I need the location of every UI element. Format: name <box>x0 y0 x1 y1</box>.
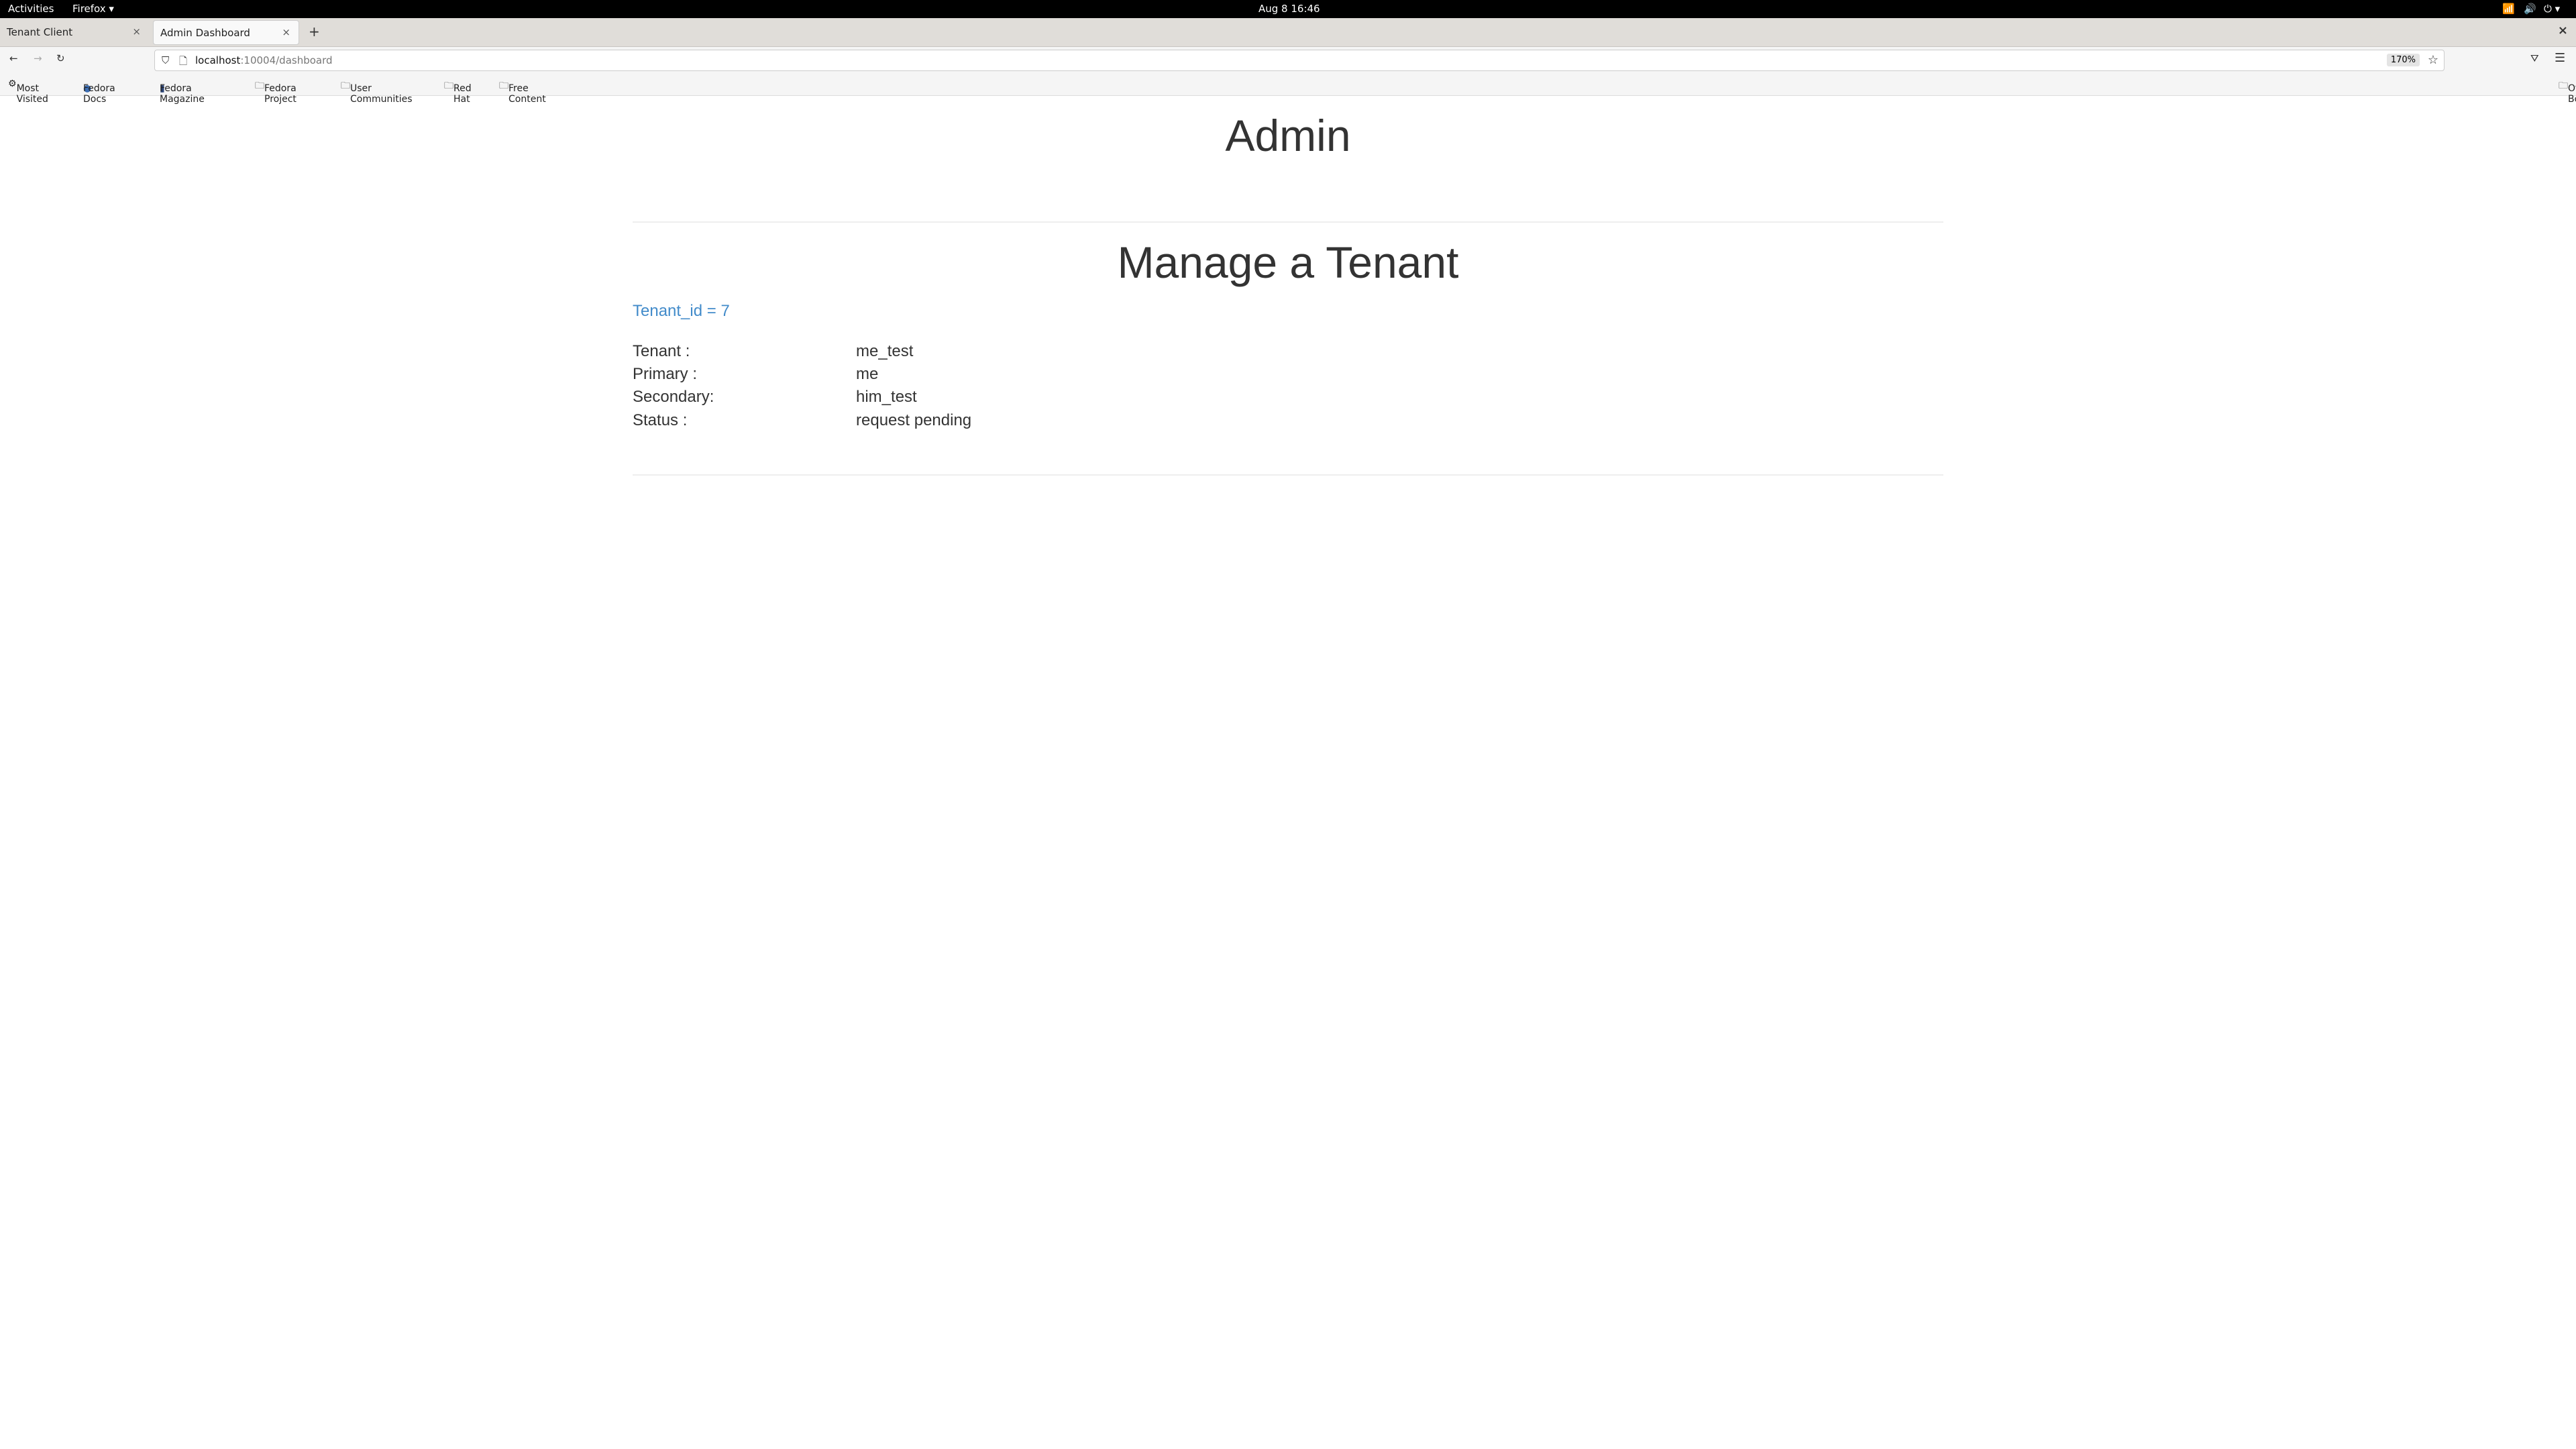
new-tab-icon[interactable]: + <box>309 23 320 40</box>
navigation-bar: ← → ↻ ⛉ 🗋 localhost:10004/dashboard 170%… <box>0 47 2576 74</box>
tab-tenant-client[interactable]: Tenant Client × <box>0 20 149 45</box>
zoom-level[interactable]: 170% <box>2386 54 2420 66</box>
tab-label: Tenant Client <box>7 26 73 38</box>
tenant-label: Tenant : <box>633 342 690 360</box>
bookmark-folder-fedora-project[interactable]: 🗀 Fedora Project <box>255 78 297 105</box>
tab-label: Admin Dashboard <box>160 27 250 39</box>
activities-button[interactable]: Activities <box>8 3 54 15</box>
url-bar[interactable]: ⛉ 🗋 localhost:10004/dashboard 170% ☆ <box>154 50 2445 71</box>
section-title: Manage a Tenant <box>1117 237 1459 287</box>
other-bookmarks-folder[interactable]: 🗀 Other Bookmarks <box>2559 78 2576 105</box>
primary-label: Primary : <box>633 365 697 383</box>
tab-bar: Tenant Client × Admin Dashboard × + × <box>0 18 2576 47</box>
shield-icon[interactable]: ⛉ <box>162 54 169 66</box>
bookmark-label: Most Visited <box>16 83 48 105</box>
divider <box>633 221 1943 223</box>
secondary-label: Secondary: <box>633 388 714 406</box>
volume-icon[interactable]: 🔊 <box>2524 3 2536 15</box>
bookmark-label: Other Bookmarks <box>2568 83 2576 105</box>
menu-icon[interactable]: ☰ <box>2555 51 2565 65</box>
bookmark-label: Free Content <box>508 83 546 105</box>
primary-value: me <box>856 365 879 383</box>
tenant-value: me_test <box>856 342 914 360</box>
bookmark-label: User Communities <box>350 83 413 105</box>
forward-icon[interactable]: → <box>34 52 42 64</box>
close-window-icon[interactable]: × <box>2558 23 2568 38</box>
system-top-bar: Activities Firefox ▾ Aug 8 16:46 📶 🔊 ⏻ ▾ <box>0 0 2576 18</box>
bookmark-label: Fedora Project <box>264 83 297 105</box>
reload-icon[interactable]: ↻ <box>56 52 65 64</box>
bookmark-star-icon[interactable]: ☆ <box>2428 53 2438 67</box>
page-title: Admin <box>1225 111 1351 160</box>
tab-admin-dashboard[interactable]: Admin Dashboard × <box>153 20 299 45</box>
tenant-id-link[interactable]: Tenant_id = 7 <box>633 302 730 321</box>
bookmark-label: Fedora Magazine <box>160 83 205 105</box>
bookmark-most-visited[interactable]: ⚙ Most Visited <box>8 78 48 105</box>
status-value: request pending <box>856 411 972 429</box>
close-tab-icon[interactable]: × <box>132 25 141 38</box>
bookmark-label: Fedora Docs <box>83 83 115 105</box>
url-path: :10004/dashboard <box>240 54 333 66</box>
page-icon: 🗋 <box>179 55 188 67</box>
power-icon[interactable]: ⏻ ▾ <box>2544 3 2560 15</box>
bookmark-folder-free-content[interactable]: 🗀 Free Content <box>499 78 546 105</box>
back-icon[interactable]: ← <box>9 52 18 64</box>
status-label: Status : <box>633 411 688 429</box>
bookmarks-toolbar: ⚙ Most Visited ● Fedora Docs ▮ Fedora Ma… <box>0 74 2576 105</box>
bookmark-folder-user-communities[interactable]: 🗀 User Communities <box>341 78 413 105</box>
firefox-app-menu[interactable]: Firefox ▾ <box>72 3 114 15</box>
url-host: localhost <box>195 54 241 66</box>
secondary-value: him_test <box>856 388 917 406</box>
bookmark-label: Red Hat <box>453 83 472 105</box>
pocket-icon[interactable]: ⛛ <box>2530 52 2539 64</box>
close-tab-icon[interactable]: × <box>282 26 290 38</box>
wifi-icon[interactable]: 📶 <box>2502 3 2515 15</box>
clock[interactable]: Aug 8 16:46 <box>1258 3 1320 15</box>
divider <box>633 474 1943 476</box>
bookmark-folder-red-hat[interactable]: 🗀 Red Hat <box>444 78 472 105</box>
